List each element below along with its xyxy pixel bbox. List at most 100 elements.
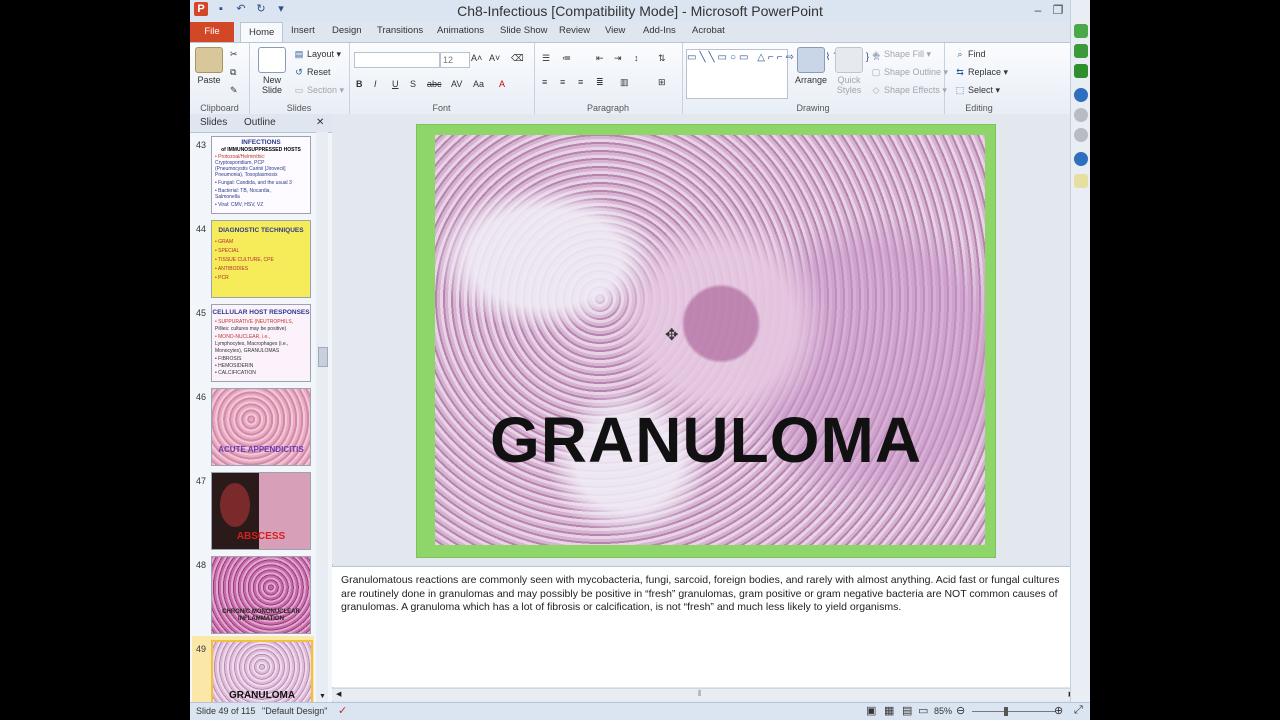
slide-thumbnail-49[interactable]: GRANULOMA xyxy=(211,640,313,706)
slide-show-icon[interactable]: ▭ xyxy=(918,704,928,717)
reading-view-icon[interactable]: ▤ xyxy=(902,704,912,717)
zoom-out-icon[interactable]: ⊖ xyxy=(956,704,965,717)
green-tool-icon[interactable] xyxy=(1074,44,1088,58)
gray-circle-icon[interactable] xyxy=(1074,128,1088,142)
decrease-indent-icon[interactable]: ⇤ xyxy=(596,53,604,64)
font-color-button[interactable]: A xyxy=(499,79,505,89)
scrollbar-grip-icon[interactable]: ⦀ xyxy=(698,689,702,699)
tab-acrobat[interactable]: Acrobat xyxy=(692,25,725,36)
shape-fill-button[interactable]: ◈ Shape Fill ▾ xyxy=(870,49,932,60)
close-pane-icon[interactable]: ✕ xyxy=(316,117,324,128)
thumb-line: Salmonella xyxy=(215,194,240,200)
restore-button[interactable]: ❐ xyxy=(1050,2,1066,18)
clear-formatting-icon[interactable]: ⌫ xyxy=(511,53,524,64)
change-case-button[interactable]: Aa xyxy=(473,79,484,89)
tab-slide-show[interactable]: Slide Show xyxy=(500,25,548,36)
slide-thumbnail-46[interactable]: ACUTE APPENDICITIS xyxy=(211,388,311,466)
bold-button[interactable]: B xyxy=(356,79,363,89)
tab-view[interactable]: View xyxy=(605,25,625,36)
speaker-notes-text[interactable]: Granulomatous reactions are commonly see… xyxy=(341,574,1073,615)
smartart-icon[interactable]: ⊞ xyxy=(658,77,666,88)
slide-thumbnail-48[interactable]: CHRONIC MONONUCLEAR INFLAMMATION xyxy=(211,556,311,634)
text-direction-icon[interactable]: ⇅ xyxy=(658,53,666,64)
slide-title[interactable]: GRANULOMA xyxy=(417,403,995,477)
justify-icon[interactable]: ≣ xyxy=(596,77,604,88)
line-spacing-icon[interactable]: ↕ xyxy=(634,53,639,63)
tab-slides[interactable]: Slides xyxy=(200,117,227,128)
notes-horizontal-scrollbar[interactable]: ◀ ⦀ ▶ xyxy=(332,688,1078,701)
slide-thumbnail-45[interactable]: CELLULAR HOST RESPONSES • SUPPURATIVE (N… xyxy=(211,304,311,382)
italic-button[interactable]: I xyxy=(374,79,377,89)
find-button[interactable]: ⌕ Find xyxy=(954,49,985,60)
tab-animations[interactable]: Animations xyxy=(437,25,484,36)
tab-design[interactable]: Design xyxy=(332,25,362,36)
zoom-in-icon[interactable]: ⊕ xyxy=(1054,704,1063,717)
align-left-icon[interactable]: ≡ xyxy=(542,77,547,87)
new-slide-button[interactable]: New Slide xyxy=(257,47,287,95)
cut-icon[interactable]: ✂ xyxy=(230,49,238,60)
grow-font-icon[interactable]: A˄ xyxy=(471,53,482,63)
pause-icon[interactable] xyxy=(1074,88,1088,102)
reset-button[interactable]: ↺ Reset xyxy=(293,67,330,78)
layout-button[interactable]: ▤ Layout ▾ xyxy=(293,49,341,60)
align-center-icon[interactable]: ≡ xyxy=(560,77,565,87)
quick-styles-button[interactable]: Quick Styles xyxy=(832,47,866,95)
slide-thumbnail-44[interactable]: DIAGNOSTIC TECHNIQUES • GRAM • SPECIAL •… xyxy=(211,220,311,298)
notes-pane[interactable]: Granulomatous reactions are commonly see… xyxy=(332,566,1078,687)
tab-review[interactable]: Review xyxy=(559,25,590,36)
gray-circle-icon[interactable] xyxy=(1074,108,1088,122)
font-size-field[interactable]: 12 xyxy=(440,52,470,68)
pen-tool-icon[interactable] xyxy=(1074,152,1088,166)
shrink-font-icon[interactable]: A˅ xyxy=(489,53,500,63)
underline-button[interactable]: U xyxy=(392,79,399,89)
character-spacing-button[interactable]: AV xyxy=(451,79,462,89)
slide-thumbnail-43[interactable]: INFECTIONS of IMMUNOSUPPRESSED HOSTS • P… xyxy=(211,136,311,214)
paste-button[interactable]: Paste xyxy=(194,47,224,85)
help-icon[interactable] xyxy=(1074,174,1088,188)
normal-view-icon[interactable]: ▣ xyxy=(866,704,876,717)
shadow-button[interactable]: S xyxy=(410,79,416,89)
minimize-button[interactable]: – xyxy=(1030,2,1046,18)
shapes-gallery[interactable]: ▭╲╲▭○▭ △⌐⌐⇨⇩⇦ ⌇⌒⌒{}☆ xyxy=(686,49,881,99)
current-slide[interactable]: GRANULOMA ✥ xyxy=(416,124,996,558)
scrollbar-thumb[interactable] xyxy=(318,347,328,367)
scroll-left-icon[interactable]: ◀ xyxy=(336,690,341,698)
thumb-title: INFECTIONS xyxy=(241,139,281,146)
section-button[interactable]: ▭ Section ▾ xyxy=(293,85,344,96)
replace-button[interactable]: ⇆ Replace ▾ xyxy=(954,67,1008,78)
copy-icon[interactable]: ⧉ xyxy=(230,67,236,78)
slide-thumbnail-47[interactable]: ABSCESS xyxy=(211,472,311,550)
green-tool-icon[interactable] xyxy=(1074,24,1088,38)
thumb-line: • MONO-NUCLEAR, i.e., xyxy=(215,334,271,340)
slides-group-label: Slides xyxy=(286,103,312,113)
tab-insert[interactable]: Insert xyxy=(291,25,315,36)
tab-transitions[interactable]: Transitions xyxy=(377,25,423,36)
zoom-slider[interactable] xyxy=(972,711,1056,712)
tab-add-ins[interactable]: Add-Ins xyxy=(643,25,676,36)
fit-slide-icon[interactable]: ⤢ xyxy=(1074,704,1083,717)
select-button[interactable]: ⬚ Select ▾ xyxy=(954,85,1000,96)
spell-check-icon[interactable]: ✓ xyxy=(338,704,347,717)
slides-pane-scrollbar[interactable]: ▼ xyxy=(316,132,328,702)
bullets-icon[interactable]: ☰ xyxy=(542,53,550,64)
zoom-level[interactable]: 85% xyxy=(934,706,952,716)
tab-outline[interactable]: Outline xyxy=(244,117,276,128)
shape-outline-button[interactable]: ▢ Shape Outline ▾ xyxy=(870,67,948,78)
strikethrough-button[interactable]: abc xyxy=(427,79,442,89)
scroll-down-icon[interactable]: ▼ xyxy=(319,693,326,700)
shape-effects-button[interactable]: ◇ Shape Effects ▾ xyxy=(870,85,947,96)
font-name-field[interactable] xyxy=(354,52,440,68)
arrange-button[interactable]: Arrange xyxy=(794,47,828,85)
columns-icon[interactable]: ▥ xyxy=(620,77,629,88)
align-right-icon[interactable]: ≡ xyxy=(578,77,583,87)
green-tool-icon[interactable] xyxy=(1074,64,1088,78)
thumb-caption: GRANULOMA xyxy=(228,690,296,701)
slide-sorter-icon[interactable]: ▦ xyxy=(884,704,894,717)
zoom-slider-thumb[interactable] xyxy=(1004,707,1008,716)
tab-home[interactable]: Home xyxy=(240,22,284,42)
reset-icon: ↺ xyxy=(295,67,303,77)
increase-indent-icon[interactable]: ⇥ xyxy=(614,53,622,64)
numbering-icon[interactable]: ≔ xyxy=(562,53,571,64)
format-painter-icon[interactable]: ✎ xyxy=(230,85,238,96)
tab-file[interactable]: File xyxy=(190,22,234,42)
